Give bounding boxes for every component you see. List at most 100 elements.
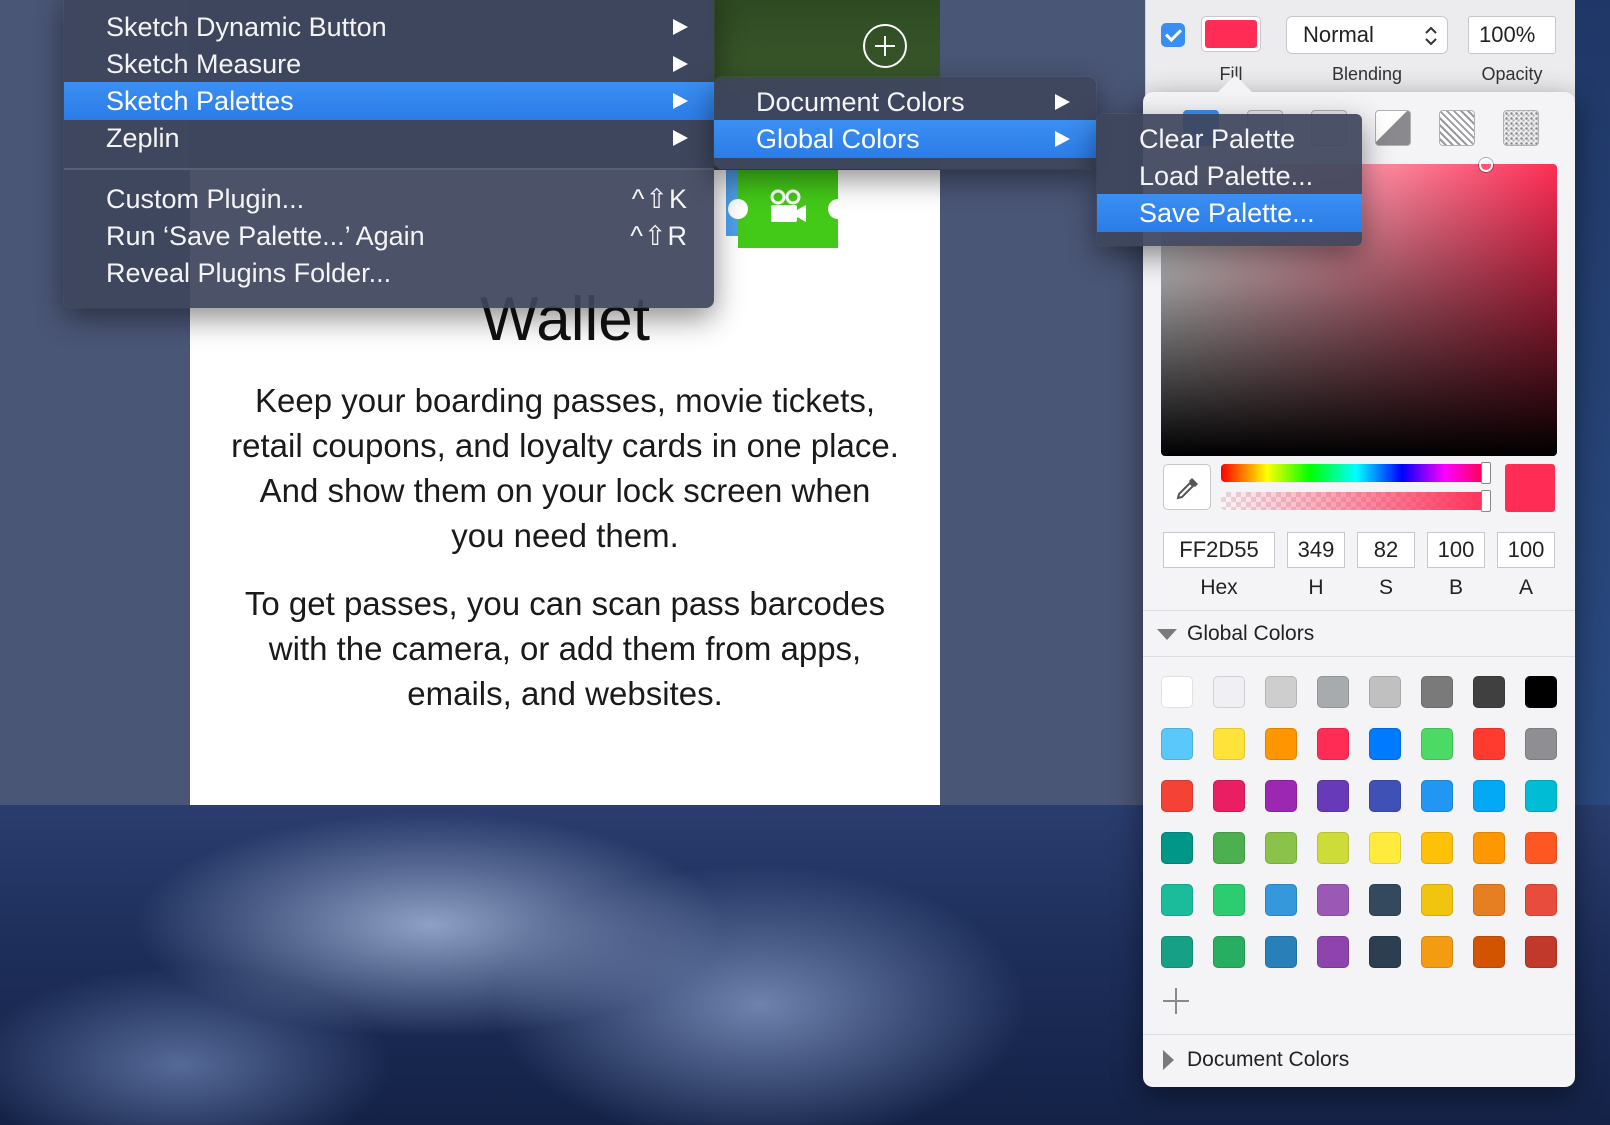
color-field-handle[interactable] <box>1479 158 1493 172</box>
fill-enabled-checkbox[interactable] <box>1161 23 1185 47</box>
alpha-slider[interactable] <box>1221 490 1491 512</box>
section-divider <box>1143 610 1575 611</box>
hue-input[interactable]: 349 <box>1287 532 1345 568</box>
hue-slider[interactable] <box>1221 462 1491 484</box>
color-swatch[interactable] <box>1473 728 1505 760</box>
color-swatch[interactable] <box>1525 936 1557 968</box>
color-swatch[interactable] <box>1213 676 1245 708</box>
menu-item-sketch-palettes[interactable]: Sketch Palettes <box>64 82 714 120</box>
color-swatch[interactable] <box>1369 676 1401 708</box>
color-swatch[interactable] <box>1421 832 1453 864</box>
color-swatch[interactable] <box>1265 676 1297 708</box>
menu-item-reveal-plugins-folder[interactable]: Reveal Plugins Folder... <box>64 254 714 292</box>
color-swatch[interactable] <box>1473 832 1505 864</box>
color-swatch[interactable] <box>1525 676 1557 708</box>
color-swatch[interactable] <box>1317 676 1349 708</box>
fill-color-preview <box>1205 20 1257 48</box>
fill-color-well[interactable] <box>1201 16 1261 52</box>
color-swatch[interactable] <box>1213 884 1245 916</box>
color-swatch[interactable] <box>1525 832 1557 864</box>
menu-item-sketch-measure[interactable]: Sketch Measure <box>64 45 714 83</box>
menu-item-zeplin[interactable]: Zeplin <box>64 119 714 157</box>
color-swatch[interactable] <box>1317 884 1349 916</box>
add-swatch-icon[interactable] <box>1163 988 1189 1014</box>
color-swatch[interactable] <box>1525 884 1557 916</box>
color-swatch[interactable] <box>1265 936 1297 968</box>
menu-item-global-colors[interactable]: Global Colors <box>714 120 1096 158</box>
alpha-slider-knob[interactable] <box>1481 490 1491 512</box>
section-divider <box>1143 656 1575 657</box>
color-swatch[interactable] <box>1369 884 1401 916</box>
wallet-description-1[interactable]: Keep your boarding passes, movie tickets… <box>230 378 900 558</box>
color-swatch[interactable] <box>1213 832 1245 864</box>
color-swatch[interactable] <box>1421 936 1453 968</box>
opacity-input[interactable]: 100% <box>1468 16 1556 54</box>
saturation-label: S <box>1378 576 1393 599</box>
color-swatch[interactable] <box>1317 936 1349 968</box>
brightness-input[interactable]: 100 <box>1427 532 1485 568</box>
add-circle-icon[interactable] <box>863 24 907 68</box>
movie-camera-icon <box>770 189 806 222</box>
color-swatch[interactable] <box>1421 884 1453 916</box>
color-swatch[interactable] <box>1473 884 1505 916</box>
color-swatch[interactable] <box>1317 780 1349 812</box>
hue-label: H <box>1308 576 1324 599</box>
color-swatch[interactable] <box>1161 832 1193 864</box>
color-swatch[interactable] <box>1369 936 1401 968</box>
menu-separator <box>64 168 714 170</box>
color-swatch[interactable] <box>1161 676 1193 708</box>
color-swatch[interactable] <box>1265 832 1297 864</box>
hue-slider-knob[interactable] <box>1481 462 1491 484</box>
color-swatch[interactable] <box>1161 728 1193 760</box>
color-swatch[interactable] <box>1421 728 1453 760</box>
menu-item-label: Sketch Dynamic Button <box>106 12 387 42</box>
video-tile[interactable] <box>726 170 848 248</box>
color-swatch[interactable] <box>1369 832 1401 864</box>
color-swatch[interactable] <box>1213 780 1245 812</box>
menu-item-clear-palette[interactable]: Clear Palette <box>1097 120 1362 158</box>
submenu-arrow-icon <box>1055 131 1070 147</box>
plugins-menu: Sketch Dynamic Button Sketch Measure Ske… <box>64 0 714 308</box>
color-swatch[interactable] <box>1213 936 1245 968</box>
menu-item-run-again[interactable]: Run ‘Save Palette...’ Again ^⇧R <box>64 217 714 255</box>
color-swatch[interactable] <box>1525 780 1557 812</box>
noise-fill-icon[interactable] <box>1503 110 1539 146</box>
wallet-description-2[interactable]: To get passes, you can scan pass barcode… <box>230 581 900 716</box>
color-swatch[interactable] <box>1213 728 1245 760</box>
color-swatch[interactable] <box>1265 884 1297 916</box>
document-colors-title: Document Colors <box>1187 1048 1350 1071</box>
hex-input[interactable]: FF2D55 <box>1163 532 1275 568</box>
color-swatch[interactable] <box>1421 676 1453 708</box>
color-swatch[interactable] <box>1473 780 1505 812</box>
color-swatch[interactable] <box>1473 676 1505 708</box>
color-swatch[interactable] <box>1161 884 1193 916</box>
disclosure-triangle-right-icon[interactable] <box>1163 1050 1174 1070</box>
color-swatch[interactable] <box>1161 780 1193 812</box>
menu-item-save-palette[interactable]: Save Palette... <box>1097 194 1362 232</box>
menu-item-label: Reveal Plugins Folder... <box>106 258 392 288</box>
menu-item-load-palette[interactable]: Load Palette... <box>1097 157 1362 195</box>
eyedropper-button[interactable] <box>1163 464 1211 510</box>
menu-item-label: Custom Plugin... <box>106 184 305 214</box>
menu-item-sketch-dynamic-button[interactable]: Sketch Dynamic Button <box>64 8 714 46</box>
pattern-fill-icon[interactable] <box>1439 110 1475 146</box>
color-swatch[interactable] <box>1317 728 1349 760</box>
saturation-input[interactable]: 82 <box>1357 532 1415 568</box>
color-swatch[interactable] <box>1473 936 1505 968</box>
color-swatch[interactable] <box>1421 780 1453 812</box>
color-swatch[interactable] <box>1265 728 1297 760</box>
disclosure-triangle-down-icon[interactable] <box>1157 629 1177 640</box>
blending-select[interactable]: Normal <box>1286 16 1448 54</box>
document-colors-header[interactable]: Document Colors <box>1143 1040 1575 1080</box>
menu-item-document-colors[interactable]: Document Colors <box>714 83 1096 121</box>
color-swatch[interactable] <box>1369 780 1401 812</box>
color-swatch[interactable] <box>1525 728 1557 760</box>
color-swatch[interactable] <box>1161 936 1193 968</box>
color-swatch[interactable] <box>1369 728 1401 760</box>
menu-item-custom-plugin[interactable]: Custom Plugin... ^⇧K <box>64 180 714 218</box>
color-swatch[interactable] <box>1317 832 1349 864</box>
global-colors-header[interactable]: Global Colors <box>1143 614 1575 654</box>
alpha-input[interactable]: 100 <box>1497 532 1555 568</box>
angular-gradient-icon[interactable] <box>1375 110 1411 146</box>
color-swatch[interactable] <box>1265 780 1297 812</box>
